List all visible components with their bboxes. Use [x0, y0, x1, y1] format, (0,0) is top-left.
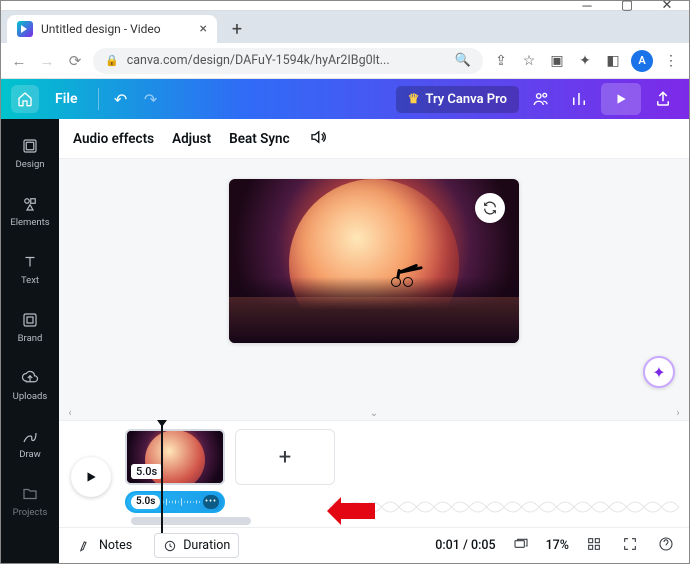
canva-favicon — [17, 21, 33, 37]
browser-address-bar: ← → ⟳ 🔒 canva.com/design/DAFuY-1594k/hyA… — [1, 43, 689, 79]
url-field[interactable]: 🔒 canva.com/design/DAFuY-1594k/hyAr2IBg0… — [93, 48, 483, 74]
canvas-scrollbar[interactable]: ‹ ⌄ › — [59, 406, 689, 420]
share-button[interactable] — [647, 83, 679, 115]
nav-reload-button[interactable]: ⟳ — [65, 52, 85, 70]
video-clip-duration: 5.0s — [131, 464, 162, 479]
siderail-uploads[interactable]: Uploads — [1, 357, 59, 413]
audio-waveform-icon — [163, 496, 200, 508]
annotation-arrow — [327, 497, 375, 525]
redo-button[interactable]: ↷ — [139, 87, 163, 111]
track-waveform — [329, 495, 679, 519]
browser-tab-title: Untitled design - Video — [41, 22, 192, 36]
scroll-left-icon[interactable]: ‹ — [65, 408, 75, 419]
lock-icon: 🔒 — [105, 54, 119, 67]
audio-effects-button[interactable]: Audio effects — [73, 131, 154, 147]
insights-button[interactable] — [563, 83, 595, 115]
bottom-bar: Notes Duration 0:01 / 0:05 17% — [59, 527, 689, 563]
home-button[interactable] — [11, 85, 39, 113]
canvas-area: ✦ — [59, 159, 689, 406]
audio-toolbar: Audio effects Adjust Beat Sync — [59, 119, 689, 159]
nav-back-button[interactable]: ← — [9, 52, 29, 70]
undo-button[interactable]: ↶ — [109, 87, 133, 111]
window-close-button[interactable]: ✕ — [647, 1, 687, 11]
separator — [98, 88, 99, 110]
fullscreen-icon[interactable] — [619, 536, 641, 556]
siderail-design[interactable]: Design — [1, 125, 59, 181]
browser-menu-icon[interactable]: ⋮ — [661, 53, 681, 69]
duration-button[interactable]: Duration — [154, 533, 239, 558]
try-pro-label: Try Canva Pro — [425, 92, 507, 107]
share-page-icon[interactable]: ⇪ — [491, 53, 511, 69]
tab-close-icon[interactable]: × — [200, 21, 207, 37]
nav-forward-button[interactable]: → — [37, 52, 57, 70]
bookmark-star-icon[interactable]: ☆ — [519, 53, 539, 69]
siderail-draw[interactable]: Draw — [1, 415, 59, 471]
url-text: canva.com/design/DAFuY-1594k/hyAr2IBg0lt… — [127, 53, 447, 68]
pages-view-icon[interactable] — [510, 536, 532, 556]
regenerate-button[interactable] — [475, 193, 505, 223]
timeline: 5.0s + 5.0s ••• — [59, 420, 689, 517]
profile-avatar[interactable]: A — [631, 50, 653, 72]
window-maximize-button[interactable]: ▢ — [607, 1, 647, 11]
notes-button[interactable]: Notes — [71, 534, 140, 557]
timeline-play-button[interactable] — [71, 457, 111, 497]
audio-clip-duration: 5.0s — [131, 495, 160, 509]
try-canva-pro-button[interactable]: ♛ Try Canva Pro — [396, 86, 519, 113]
window-minimize-button[interactable]: ─ — [567, 1, 607, 11]
crown-icon: ♛ — [408, 92, 420, 107]
help-icon[interactable] — [655, 536, 677, 556]
side-rail: Design Elements Text Brand Uploads Draw … — [1, 119, 59, 563]
siderail-text[interactable]: Text — [1, 241, 59, 297]
extensions-icon[interactable]: ✦ — [575, 53, 595, 69]
zoom-level[interactable]: 17% — [546, 538, 569, 553]
audio-clip[interactable]: 5.0s ••• — [125, 491, 225, 513]
canvas-collapse-icon[interactable]: ⌄ — [75, 408, 673, 419]
canva-header: File ↶ ↷ ♛ Try Canva Pro — [1, 79, 689, 119]
playhead[interactable] — [161, 423, 163, 533]
siderail-brand[interactable]: Brand — [1, 299, 59, 355]
add-page-button[interactable]: + — [235, 429, 335, 485]
volume-icon[interactable] — [308, 128, 328, 150]
time-display: 0:01 / 0:05 — [435, 538, 495, 553]
search-in-page-icon[interactable]: 🔍 — [455, 53, 471, 68]
present-play-button[interactable] — [601, 83, 641, 115]
sidepanel-icon[interactable]: ◧ — [603, 53, 623, 69]
magic-button[interactable]: ✦ — [643, 356, 675, 388]
new-tab-button[interactable]: + — [223, 15, 251, 43]
browser-tab[interactable]: Untitled design - Video × — [7, 15, 217, 43]
video-clip[interactable]: 5.0s — [125, 429, 225, 485]
audio-clip-more-button[interactable]: ••• — [203, 495, 219, 509]
scroll-right-icon[interactable]: › — [673, 408, 683, 419]
file-menu[interactable]: File — [45, 85, 88, 113]
grid-view-icon[interactable] — [583, 536, 605, 556]
adjust-button[interactable]: Adjust — [172, 131, 211, 147]
siderail-projects[interactable]: Projects — [1, 473, 59, 529]
browser-tabstrip: Untitled design - Video × + — [1, 11, 689, 43]
install-app-icon[interactable]: ▣ — [547, 53, 567, 69]
window-titlebar: ─ ▢ ✕ — [1, 1, 689, 11]
siderail-elements[interactable]: Elements — [1, 183, 59, 239]
beat-sync-button[interactable]: Beat Sync — [229, 131, 290, 147]
collaborators-button[interactable] — [525, 83, 557, 115]
video-frame[interactable] — [229, 179, 519, 343]
